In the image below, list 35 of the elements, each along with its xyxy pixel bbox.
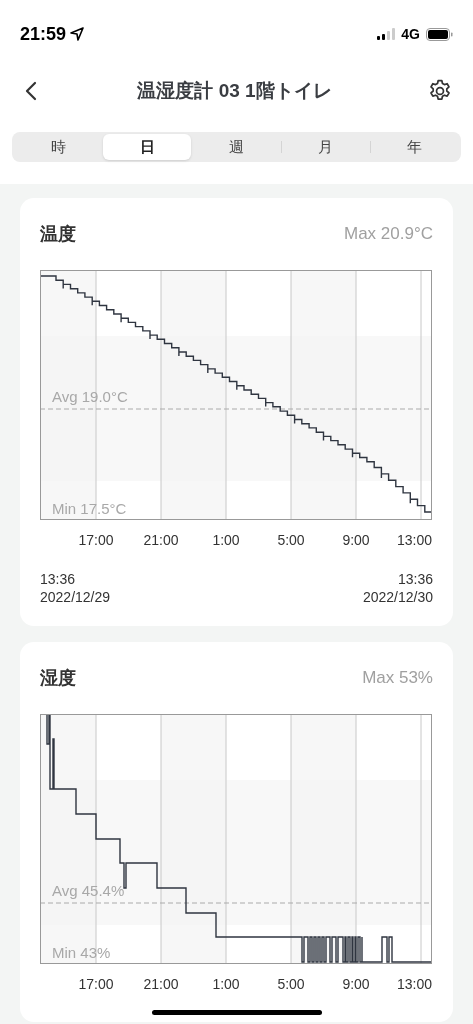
average-label: Avg 45.4% [52, 883, 125, 898]
axis-label: 21:00 [142, 531, 180, 550]
axis-label: 13:00 [396, 975, 432, 994]
chart-title: 湿度 [40, 666, 76, 690]
segment-tab[interactable]: 時 [14, 134, 103, 160]
average-label: Avg 19.0°C [52, 389, 128, 404]
minimum-label: Min 43% [52, 945, 111, 960]
segment-tab[interactable]: 週 [192, 134, 281, 160]
max-value: Max 53% [362, 667, 433, 690]
axis-label: 5:00 [276, 531, 306, 550]
max-value: Max 20.9°C [344, 223, 433, 246]
signal-icon [377, 28, 396, 40]
axis-label: 17:00 [77, 531, 115, 550]
axis-label: 5:00 [276, 975, 306, 994]
range-date: 2022/12/30 [362, 588, 433, 606]
axis-label: 13:00 [396, 531, 432, 550]
range-time: 13:36 [397, 570, 433, 588]
chart-title: 温度 [40, 222, 76, 246]
clock-time: 21:59 [20, 22, 67, 46]
axis-label: 9:00 [341, 531, 371, 550]
axis-label: 1:00 [211, 531, 241, 550]
axis-label: 17:00 [77, 975, 115, 994]
segment-tab[interactable]: 月 [281, 134, 370, 160]
segment-tab[interactable]: 日 [103, 134, 192, 160]
location-arrow-icon [70, 27, 85, 41]
page-title: 温湿度計 03 1階トイレ [137, 78, 332, 103]
range-time: 13:36 [40, 570, 76, 588]
axis-label: 9:00 [341, 975, 371, 994]
axis-label: 1:00 [211, 975, 241, 994]
network-type: 4G [401, 24, 420, 44]
range-date: 2022/12/29 [40, 588, 111, 606]
minimum-label: Min 17.5°C [52, 501, 127, 516]
battery-icon [426, 27, 453, 41]
axis-label: 21:00 [142, 975, 180, 994]
segment-tab[interactable]: 年 [370, 134, 459, 160]
